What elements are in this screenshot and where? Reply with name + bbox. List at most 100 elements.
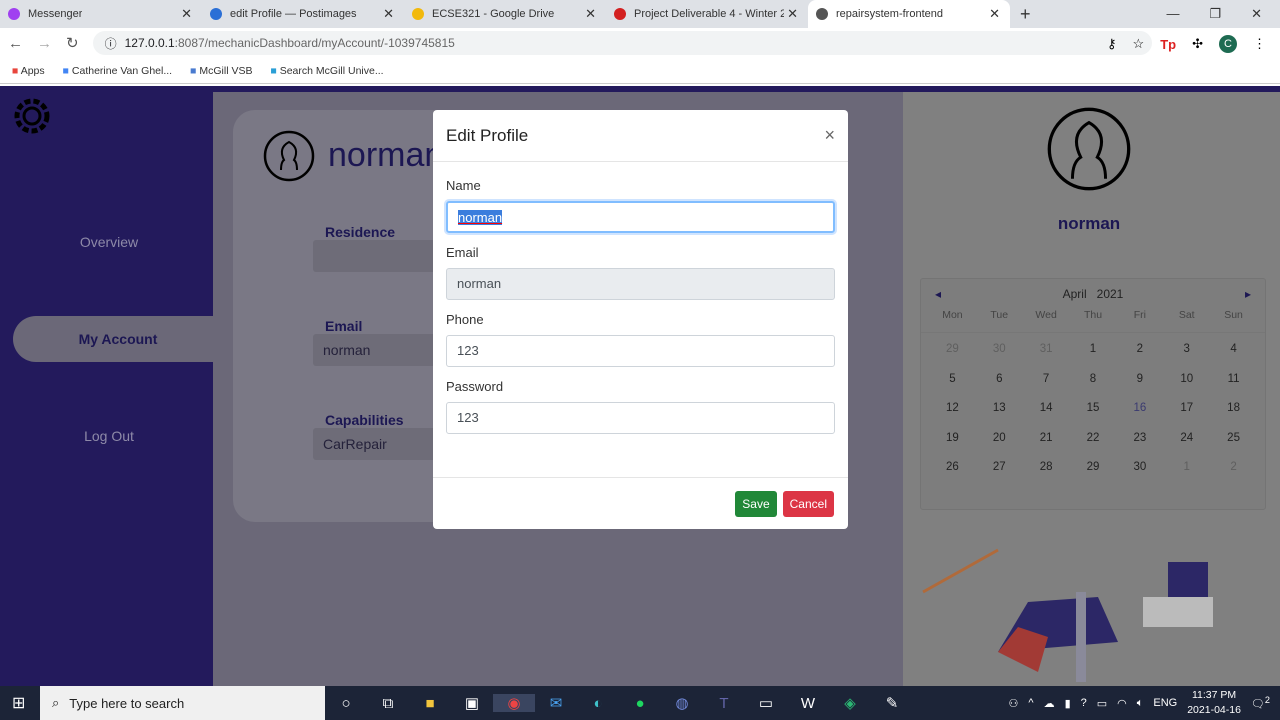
close-tab-icon[interactable]: ✕ [181, 6, 192, 22]
chrome-icon[interactable]: ◉ [493, 694, 535, 712]
calendar-day[interactable]: 18 [1210, 402, 1257, 432]
calendar-day[interactable]: 8 [1070, 373, 1117, 403]
calendar-day[interactable]: 24 [1163, 432, 1210, 462]
app-icon[interactable]: ◈ [829, 694, 871, 712]
notifications-icon[interactable]: 🗨︎2 [1251, 695, 1270, 711]
puzzle-icon[interactable]: ✣ [1192, 36, 1203, 52]
onedrive-icon[interactable]: ☁ [1044, 697, 1055, 710]
browser-tab[interactable]: Messenger ✕ [0, 0, 202, 28]
calendar-day[interactable]: 2 [1116, 343, 1163, 373]
back-icon[interactable]: ← [8, 35, 23, 52]
calendar-day[interactable]: 22 [1070, 432, 1117, 462]
calendar-day[interactable]: 1 [1070, 343, 1117, 373]
show-hidden-icons[interactable]: ^ [1028, 697, 1033, 709]
edge-icon[interactable]: ◐ [577, 695, 619, 712]
volume-icon[interactable]: 🔈︎ [1137, 697, 1144, 710]
calendar-day[interactable]: 30 [976, 343, 1023, 373]
calendar-day[interactable]: 5 [929, 373, 976, 403]
next-month-button[interactable]: ▸ [1245, 287, 1251, 301]
close-icon[interactable]: × [824, 125, 835, 146]
spotify-icon[interactable]: ● [619, 695, 661, 712]
teams-icon[interactable]: T [703, 695, 745, 712]
windows-start-icon[interactable]: ⊞ [12, 693, 25, 713]
file-explorer-icon[interactable]: ■ [409, 695, 451, 712]
word-icon[interactable]: W [787, 695, 829, 712]
calendar-day[interactable]: 21 [1023, 432, 1070, 462]
close-tab-icon[interactable]: ✕ [787, 6, 798, 22]
save-button[interactable]: Save [735, 490, 777, 517]
calendar-day[interactable]: 20 [976, 432, 1023, 462]
store-icon[interactable]: ▣ [451, 694, 493, 712]
people-icon[interactable]: ⚇ [1009, 697, 1019, 710]
calendar-day[interactable]: 19 [929, 432, 976, 462]
battery-icon[interactable]: ▭ [1097, 697, 1107, 710]
help-icon[interactable]: ? [1081, 697, 1087, 709]
calendar-day[interactable]: 7 [1023, 373, 1070, 403]
reload-icon[interactable]: ↻ [66, 34, 79, 52]
url-input[interactable]: ⓘ 127.0.0.1:8087/mechanicDashboard/myAcco… [92, 31, 1152, 55]
bookmark-item[interactable]: ■ Apps [12, 65, 45, 77]
bookmark-item[interactable]: ■ Search McGill Unive... [270, 65, 383, 77]
calendar-day[interactable]: 11 [1210, 373, 1257, 403]
name-input[interactable]: norman [446, 201, 835, 233]
paint-icon[interactable]: ✎ [871, 694, 913, 712]
calendar-day[interactable]: 4 [1210, 343, 1257, 373]
extension-tp-icon[interactable]: Tp [1160, 37, 1176, 52]
calendar-day[interactable]: 25 [1210, 432, 1257, 462]
calendar-day[interactable]: 16 [1116, 402, 1163, 432]
calendar-day[interactable]: 10 [1163, 373, 1210, 403]
sidebar-item-my-account[interactable]: My Account [13, 316, 223, 362]
calendar-day[interactable]: 1 [1163, 461, 1210, 491]
key-icon[interactable]: ⚷ [1107, 36, 1117, 52]
forward-icon[interactable]: → [37, 35, 52, 52]
star-icon[interactable]: ☆ [1133, 36, 1145, 52]
calendar-day[interactable]: 29 [1070, 461, 1117, 491]
bookmark-item[interactable]: ■ McGill VSB [190, 65, 252, 77]
clock[interactable]: 11:37 PM 2021-04-16 [1187, 688, 1241, 718]
info-icon[interactable]: ⓘ [105, 35, 117, 52]
discord-icon[interactable]: ◍ [661, 694, 703, 712]
sidebar-item-overview[interactable]: Overview [9, 234, 209, 250]
calendar-day[interactable]: 6 [976, 373, 1023, 403]
language-indicator[interactable]: ENG [1153, 697, 1177, 709]
taskbar-search[interactable]: ⌕ Type here to search [40, 686, 325, 720]
profile-avatar[interactable]: C [1219, 35, 1237, 53]
microphone-icon[interactable]: ▮ [1065, 697, 1071, 710]
calendar-day[interactable]: 27 [976, 461, 1023, 491]
close-tab-icon[interactable]: ✕ [585, 6, 596, 22]
wifi-icon[interactable]: ◠ [1117, 697, 1127, 710]
new-tab-button[interactable]: + [1020, 4, 1031, 25]
task-view-icon[interactable]: ⧉ [367, 695, 409, 712]
prev-month-button[interactable]: ◂ [935, 287, 941, 301]
browser-tab[interactable]: Project Deliverable 4 - Winter 20...✕ [606, 0, 808, 28]
mail-icon[interactable]: ✉ [535, 694, 577, 712]
browser-tab[interactable]: repairsystem-frontend ✕ [808, 0, 1010, 28]
cancel-button[interactable]: Cancel [782, 490, 834, 517]
calendar-day[interactable]: 13 [976, 402, 1023, 432]
calendar-day[interactable]: 3 [1163, 343, 1210, 373]
calendar-day[interactable]: 14 [1023, 402, 1070, 432]
calendar-day[interactable]: 31 [1023, 343, 1070, 373]
calendar-day[interactable]: 30 [1116, 461, 1163, 491]
terminal-icon[interactable]: ▭ [745, 694, 787, 712]
close-window-button[interactable]: ✕ [1251, 6, 1262, 22]
minimize-button[interactable]: — [1166, 6, 1179, 22]
calendar-day[interactable]: 12 [929, 402, 976, 432]
close-tab-icon[interactable]: ✕ [383, 6, 394, 22]
calendar-day[interactable]: 29 [929, 343, 976, 373]
calendar-day[interactable]: 9 [1116, 373, 1163, 403]
browser-tab[interactable]: ECSE321 - Google Drive ✕ [404, 0, 606, 28]
browser-tab[interactable]: edit Profile — Postimages ✕ [202, 0, 404, 28]
maximize-button[interactable]: ❐ [1209, 6, 1221, 22]
cortana-icon[interactable]: ○ [325, 695, 367, 712]
bookmark-item[interactable]: ■ Catherine Van Ghel... [63, 65, 172, 77]
phone-input[interactable]: 123 [446, 335, 835, 367]
close-tab-icon[interactable]: ✕ [989, 6, 1000, 22]
menu-icon[interactable]: ⋮ [1253, 36, 1266, 52]
password-input[interactable]: 123 [446, 402, 835, 434]
calendar-day[interactable]: 2 [1210, 461, 1257, 491]
calendar-day[interactable]: 23 [1116, 432, 1163, 462]
calendar-day[interactable]: 15 [1070, 402, 1117, 432]
calendar-day[interactable]: 26 [929, 461, 976, 491]
calendar-day[interactable]: 28 [1023, 461, 1070, 491]
